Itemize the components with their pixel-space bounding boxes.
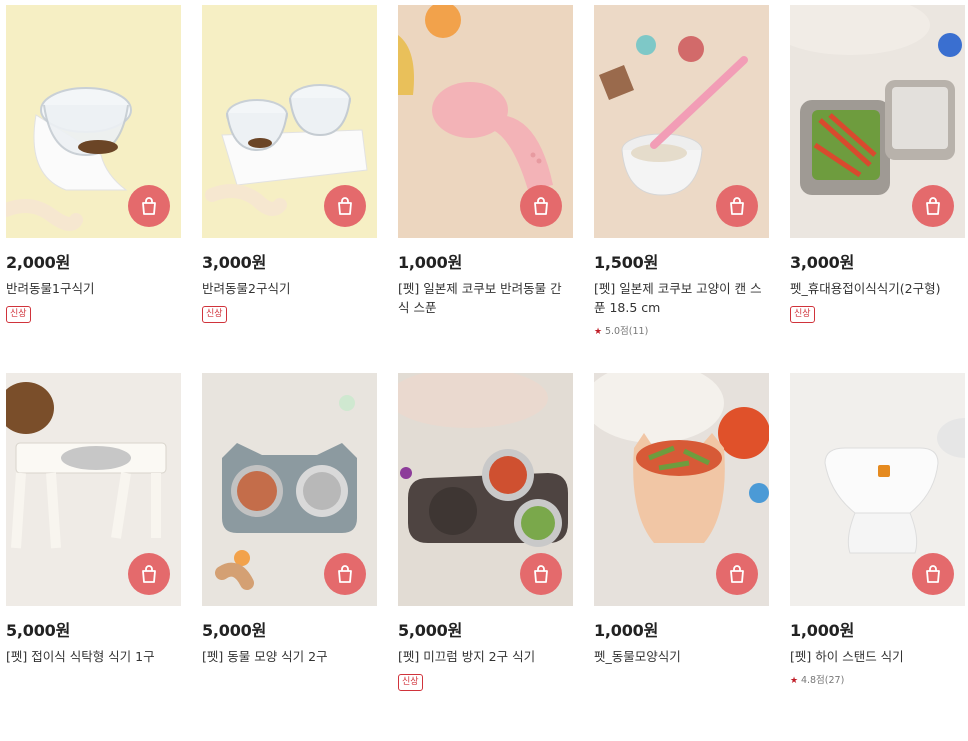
rating-text: 4.8점(27) bbox=[800, 675, 845, 686]
product-card[interactable]: 1,000원 [펫] 하이 스탠드 식기 ★ 4.8점(27) bbox=[790, 373, 965, 741]
product-name[interactable]: 펫_휴대용접이식식기(2구형) bbox=[790, 279, 965, 298]
new-badge: 신상 bbox=[6, 306, 31, 323]
star-icon: ★ bbox=[594, 327, 605, 337]
product-card[interactable]: 3,000원 반려동물2구식기 신상 bbox=[202, 5, 377, 373]
add-to-cart-button[interactable] bbox=[324, 553, 366, 595]
product-card[interactable]: 5,000원 [펫] 미끄럼 방지 2구 식기 신상 bbox=[398, 373, 573, 741]
product-price: 1,500원 bbox=[594, 253, 659, 272]
add-to-cart-button[interactable] bbox=[324, 185, 366, 227]
product-price: 3,000원 bbox=[202, 253, 267, 272]
product-image[interactable] bbox=[6, 5, 181, 238]
product-name[interactable]: [펫] 동물 모양 식기 2구 bbox=[202, 647, 377, 666]
product-card[interactable]: 5,000원 [펫] 접이식 식탁형 식기 1구 bbox=[6, 373, 181, 741]
add-to-cart-button[interactable] bbox=[520, 553, 562, 595]
product-name[interactable]: 반려동물2구식기 bbox=[202, 279, 377, 298]
new-badge: 신상 bbox=[398, 674, 423, 691]
new-badge: 신상 bbox=[790, 306, 815, 323]
product-price: 5,000원 bbox=[6, 621, 71, 640]
shopping-bag-icon bbox=[142, 197, 156, 215]
add-to-cart-button[interactable] bbox=[716, 185, 758, 227]
product-card[interactable]: 1,000원 [펫] 일본제 코쿠보 반려동물 간식 스푼 bbox=[398, 5, 573, 373]
product-image[interactable] bbox=[790, 373, 965, 606]
add-to-cart-button[interactable] bbox=[128, 553, 170, 595]
add-to-cart-button[interactable] bbox=[520, 185, 562, 227]
shopping-bag-icon bbox=[730, 197, 744, 215]
product-price: 1,000원 bbox=[398, 253, 463, 272]
product-price: 5,000원 bbox=[398, 621, 463, 640]
product-image[interactable] bbox=[594, 373, 769, 606]
product-image[interactable] bbox=[398, 373, 573, 606]
product-name[interactable]: 펫_동물모양식기 bbox=[594, 647, 769, 666]
product-price: 3,000원 bbox=[790, 253, 855, 272]
new-badge: 신상 bbox=[202, 306, 227, 323]
rating: ★ 5.0점(11) bbox=[594, 323, 769, 337]
product-grid: 2,000원 반려동물1구식기 신상 3,000원 반려동물2구식기 신상 1,… bbox=[6, 5, 968, 741]
product-name[interactable]: [펫] 접이식 식탁형 식기 1구 bbox=[6, 647, 181, 666]
rating-text: 5.0점(11) bbox=[604, 326, 649, 337]
add-to-cart-button[interactable] bbox=[716, 553, 758, 595]
product-name[interactable]: [펫] 미끄럼 방지 2구 식기 bbox=[398, 647, 573, 666]
product-card[interactable]: 5,000원 [펫] 동물 모양 식기 2구 bbox=[202, 373, 377, 741]
product-name[interactable]: 반려동물1구식기 bbox=[6, 279, 181, 298]
shopping-bag-icon bbox=[338, 197, 352, 215]
shopping-bag-icon bbox=[142, 565, 156, 583]
product-price: 1,000원 bbox=[790, 621, 855, 640]
shopping-bag-icon bbox=[534, 565, 548, 583]
shopping-bag-icon bbox=[730, 565, 744, 583]
add-to-cart-button[interactable] bbox=[128, 185, 170, 227]
product-card[interactable]: 3,000원 펫_휴대용접이식식기(2구형) 신상 bbox=[790, 5, 965, 373]
shopping-bag-icon bbox=[926, 565, 940, 583]
product-card[interactable]: 2,000원 반려동물1구식기 신상 bbox=[6, 5, 181, 373]
shopping-bag-icon bbox=[338, 565, 352, 583]
rating: ★ 4.8점(27) bbox=[790, 672, 965, 686]
product-image[interactable] bbox=[202, 5, 377, 238]
product-image[interactable] bbox=[202, 373, 377, 606]
add-to-cart-button[interactable] bbox=[912, 185, 954, 227]
product-image[interactable] bbox=[594, 5, 769, 238]
product-card[interactable]: 1,000원 펫_동물모양식기 bbox=[594, 373, 769, 741]
product-image[interactable] bbox=[790, 5, 965, 238]
product-image[interactable] bbox=[398, 5, 573, 238]
star-icon: ★ bbox=[790, 676, 801, 686]
product-card[interactable]: 1,500원 [펫] 일본제 코쿠보 고양이 캔 스푼 18.5 cm ★ 5.… bbox=[594, 5, 769, 373]
shopping-bag-icon bbox=[926, 197, 940, 215]
product-image[interactable] bbox=[6, 373, 181, 606]
product-name[interactable]: [펫] 하이 스탠드 식기 bbox=[790, 647, 965, 666]
product-price: 2,000원 bbox=[6, 253, 71, 272]
product-price: 1,000원 bbox=[594, 621, 659, 640]
add-to-cart-button[interactable] bbox=[912, 553, 954, 595]
shopping-bag-icon bbox=[534, 197, 548, 215]
product-name[interactable]: [펫] 일본제 코쿠보 고양이 캔 스푼 18.5 cm bbox=[594, 279, 769, 317]
product-price: 5,000원 bbox=[202, 621, 267, 640]
product-name[interactable]: [펫] 일본제 코쿠보 반려동물 간식 스푼 bbox=[398, 279, 573, 317]
